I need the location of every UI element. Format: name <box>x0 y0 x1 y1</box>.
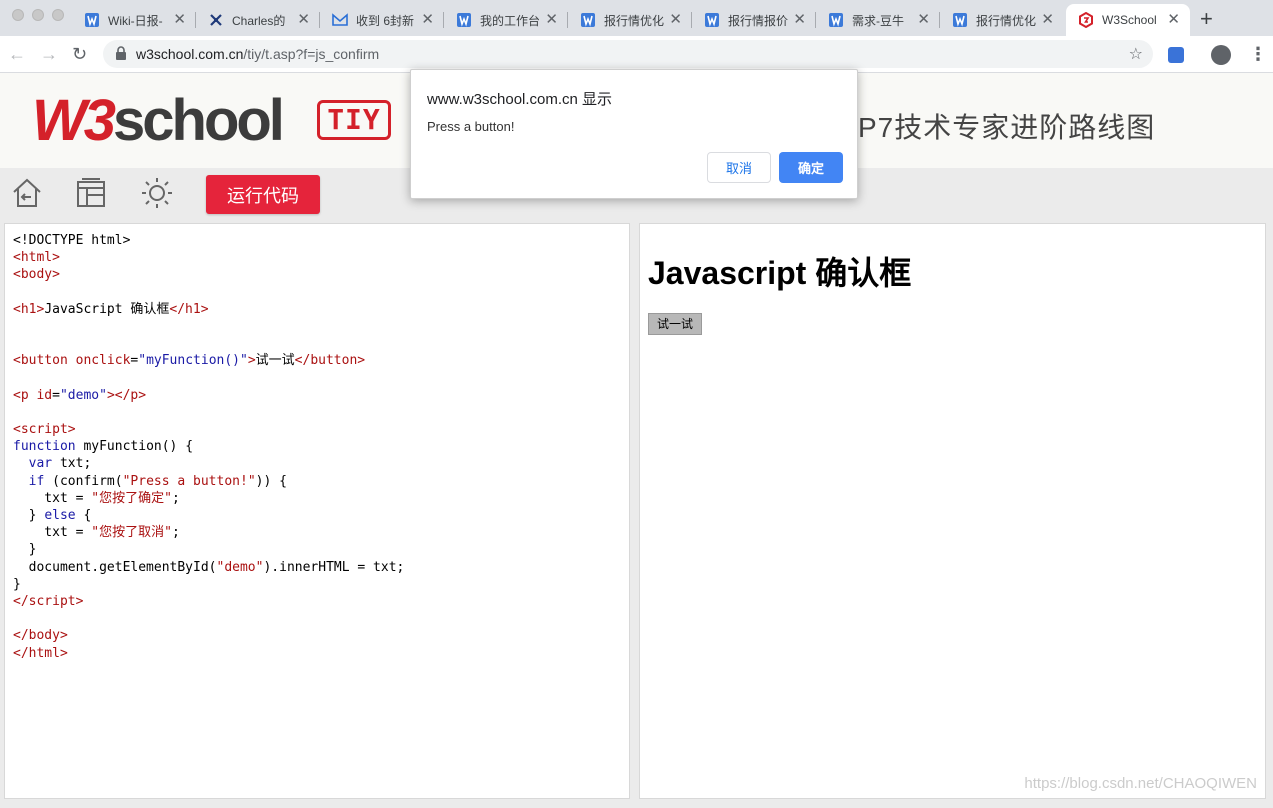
browser-tab[interactable]: 我的工作台 ✕ <box>444 4 568 36</box>
wiki-favicon-icon <box>457 13 471 27</box>
layout-toggle-icon[interactable] <box>74 176 108 210</box>
wiki-favicon-icon <box>85 13 99 27</box>
reload-icon[interactable]: ↻ <box>72 44 87 64</box>
browser-tab[interactable]: 需求-豆牛 ✕ <box>816 4 940 36</box>
logo-w3: W3 <box>32 88 116 153</box>
wiki-favicon-icon <box>829 13 843 27</box>
wiki-favicon-icon <box>581 13 595 27</box>
url-host: w3school.com.cn <box>136 46 244 62</box>
browser-tab[interactable]: Wiki-日报- ✕ <box>72 4 196 36</box>
browser-toolbar: ← → ↻ w3school.com.cn/tiy/t.asp?f=js_con… <box>0 36 1273 73</box>
home-icon[interactable] <box>10 176 44 210</box>
bookmark-star-icon[interactable]: ☆ <box>1129 44 1143 64</box>
tab-close-icon[interactable]: ✕ <box>1167 12 1180 28</box>
tab-close-icon[interactable]: ✕ <box>297 12 310 28</box>
tab-close-icon[interactable]: ✕ <box>421 12 434 28</box>
profile-avatar-icon[interactable] <box>1211 45 1231 65</box>
new-tab-icon[interactable]: + <box>1200 6 1213 32</box>
logo-school: school <box>113 88 285 153</box>
tab-close-icon[interactable]: ✕ <box>793 12 806 28</box>
tab-close-icon[interactable]: ✕ <box>173 12 186 28</box>
browser-menu-icon[interactable]: ⋮ <box>1249 44 1267 64</box>
mail-favicon-icon <box>332 13 348 26</box>
try-it-button[interactable]: 试一试 <box>648 313 703 335</box>
dialog-message: Press a button! <box>427 119 515 134</box>
browser-tab[interactable]: 报行情报价 ✕ <box>692 4 816 36</box>
extension-icon[interactable] <box>1168 47 1184 63</box>
result-heading: Javascript 确认框 <box>648 255 912 291</box>
ok-button[interactable]: 确定 <box>779 152 843 183</box>
cancel-button[interactable]: 取消 <box>707 152 771 183</box>
browser-tab[interactable]: 报行情优化 ✕ <box>568 4 692 36</box>
charles-favicon-icon <box>210 14 222 26</box>
browser-tab-active[interactable]: W3School ✕ <box>1066 4 1190 36</box>
confirm-dialog: www.w3school.com.cn 显示 Press a button! 取… <box>410 69 858 199</box>
browser-tab[interactable]: 收到 6封新 ✕ <box>320 4 444 36</box>
tiy-badge: TIY <box>317 100 391 140</box>
back-arrow-icon[interactable]: ← <box>8 44 26 64</box>
theme-sun-icon[interactable] <box>140 176 174 210</box>
tab-close-icon[interactable]: ✕ <box>917 12 930 28</box>
code-editor[interactable]: <!DOCTYPE html> <html> <body> <h1>JavaScri… <box>4 223 630 799</box>
result-frame: Javascript 确认框 试一试 https://blog.csdn.net… <box>639 223 1266 799</box>
lock-icon <box>116 46 126 60</box>
dialog-title: www.w3school.com.cn 显示 <box>427 91 613 108</box>
forward-arrow-icon[interactable]: → <box>40 44 58 64</box>
watermark: https://blog.csdn.net/CHAOQIWEN <box>1024 775 1257 792</box>
w3school-favicon-icon <box>1079 12 1093 28</box>
run-code-button[interactable]: 运行代码 <box>206 175 320 214</box>
tab-close-icon[interactable]: ✕ <box>669 12 682 28</box>
browser-tab[interactable]: Charles的 ✕ <box>196 4 320 36</box>
tab-close-icon[interactable]: ✕ <box>1041 12 1054 28</box>
tab-close-icon[interactable]: ✕ <box>545 12 558 28</box>
address-bar[interactable]: w3school.com.cn/tiy/t.asp?f=js_confirm ☆ <box>103 40 1153 68</box>
wiki-favicon-icon <box>705 13 719 27</box>
minimize-window-button[interactable] <box>32 9 44 21</box>
w3school-logo[interactable]: W3school <box>32 88 285 153</box>
tab-strip: Wiki-日报- ✕ Charles的 ✕ 收到 6封新 ✕ 我的工作台 ✕ 报… <box>0 0 1273 36</box>
close-window-button[interactable] <box>12 9 24 21</box>
url-text: w3school.com.cn/tiy/t.asp?f=js_confirm <box>136 46 379 62</box>
browser-tab[interactable]: 报行情优化 ✕ <box>940 4 1064 36</box>
wiki-favicon-icon <box>953 13 967 27</box>
url-path: /tiy/t.asp?f=js_confirm <box>243 46 380 62</box>
maximize-window-button[interactable] <box>52 9 64 21</box>
